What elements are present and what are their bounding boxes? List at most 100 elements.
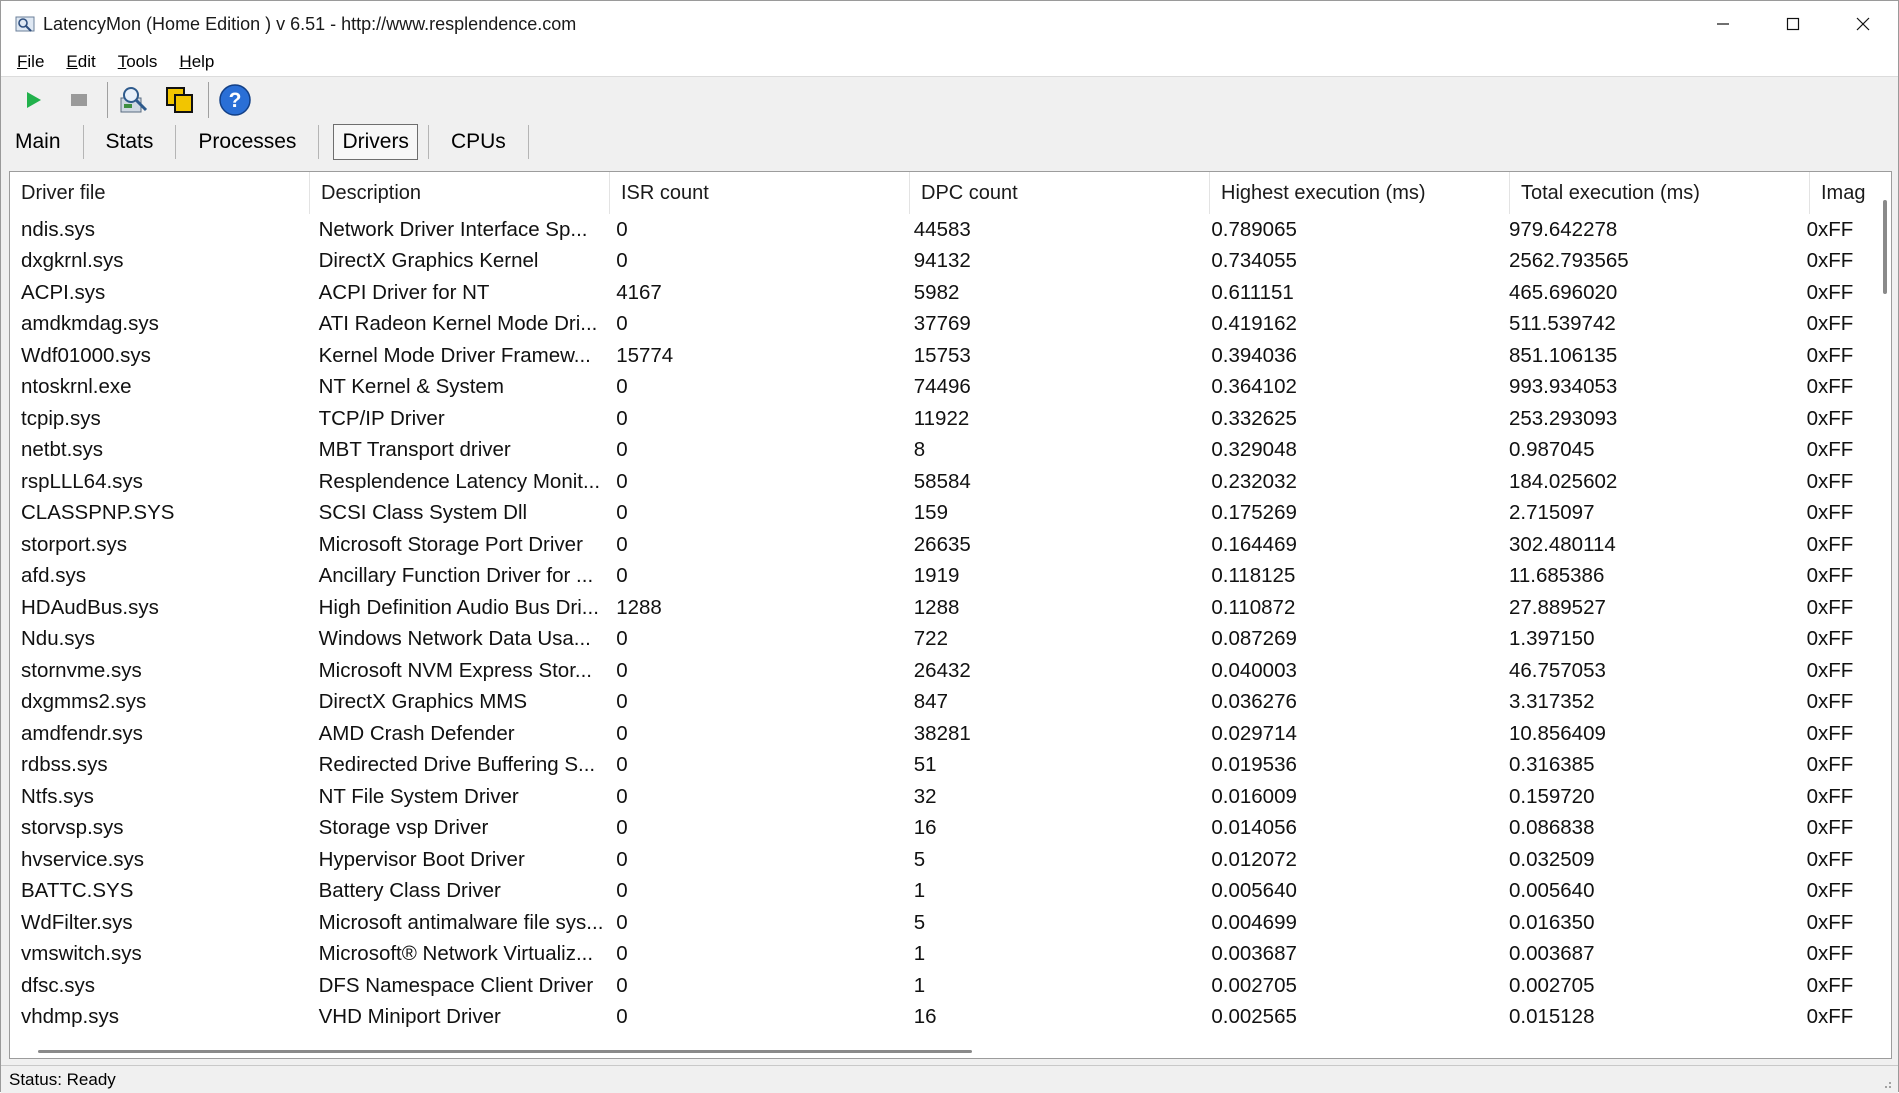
- table-row[interactable]: storvsp.sys Storage vsp Driver 0 16 0.014056…: [10, 813, 1870, 845]
- table-row[interactable]: ACPI.sys ACPI Driver for NT 4167 5982 0.6111…: [10, 277, 1870, 309]
- cell-highest-execution: 0.016009: [1211, 784, 1297, 808]
- tab-drivers[interactable]: Drivers: [333, 124, 418, 160]
- vertical-scroll-thumb[interactable]: [1883, 200, 1887, 294]
- cell-driver-file: ntoskrnl.exe: [21, 375, 132, 399]
- table-row[interactable]: WdFilter.sys Microsoft antimalware file s…: [10, 907, 1870, 939]
- cell-total-execution: 0.159720: [1508, 784, 1595, 808]
- table-row[interactable]: storport.sys Microsoft Storage Port Drive…: [10, 529, 1870, 561]
- cell-driver-file: Ntfs.sys: [21, 784, 94, 808]
- drivers-tool-button[interactable]: [114, 80, 154, 120]
- table-row[interactable]: amdkmdag.sys ATI Radeon Kernel Mode Dri..…: [10, 309, 1870, 341]
- table-body: ndis.sys Network Driver Interface Sp... 0 4…: [10, 214, 1870, 1033]
- column-header-image-base[interactable]: Imag: [1810, 172, 1885, 214]
- cell-isr-count: 0: [616, 879, 628, 903]
- minimize-button[interactable]: [1688, 1, 1758, 47]
- tab-separator: [318, 125, 320, 159]
- table-row[interactable]: tcpip.sys TCP/IP Driver 0 11922 0.332625 253.…: [10, 403, 1870, 435]
- table-row[interactable]: dxgkrnl.sys DirectX Graphics Kernel 0 94132…: [10, 246, 1870, 278]
- cell-description: NT Kernel & System: [318, 375, 504, 399]
- cell-driver-file: storport.sys: [21, 532, 127, 556]
- table-row[interactable]: amdfendr.sys AMD Crash Defender 0 38281 0.02…: [10, 718, 1870, 750]
- menu-help[interactable]: Help: [175, 50, 218, 74]
- table-row[interactable]: rspLLL64.sys Resplendence Latency Monit..…: [10, 466, 1870, 498]
- cell-isr-count: 0: [616, 973, 628, 997]
- cell-highest-execution: 0.012072: [1211, 847, 1297, 871]
- tab-cpus[interactable]: CPUs: [443, 124, 514, 160]
- table-row[interactable]: vhdmp.sys VHD Miniport Driver 0 16 0.002565 0…: [10, 1002, 1870, 1034]
- cell-driver-file: afd.sys: [21, 564, 86, 588]
- horizontal-scrollbar[interactable]: [10, 1042, 1890, 1058]
- table-row[interactable]: stornvme.sys Microsoft NVM Express Stor..…: [10, 655, 1870, 687]
- cell-total-execution: 0.002705: [1508, 973, 1595, 997]
- window-title: LatencyMon (Home Edition ) v 6.51 - http…: [43, 13, 577, 34]
- resize-grip-icon[interactable]: [1880, 1077, 1892, 1089]
- column-header-description[interactable]: Description: [310, 172, 610, 214]
- title-bar[interactable]: LatencyMon (Home Edition ) v 6.51 - http…: [1, 1, 1898, 47]
- tab-processes[interactable]: Processes: [190, 124, 304, 160]
- table-row[interactable]: Ndu.sys Windows Network Data Usa... 0 722 0.…: [10, 624, 1870, 656]
- table-row[interactable]: ntoskrnl.exe NT Kernel & System 0 74496 0.36…: [10, 372, 1870, 404]
- table-row[interactable]: CLASSPNP.SYS SCSI Class System Dll 0 159 0.1…: [10, 498, 1870, 530]
- cell-image-base: 0xFF: [1806, 312, 1854, 336]
- column-header-highest-execution[interactable]: Highest execution (ms): [1210, 172, 1510, 214]
- column-header-total-execution[interactable]: Total execution (ms): [1510, 172, 1810, 214]
- cell-image-base: 0xFF: [1806, 217, 1854, 241]
- table-row[interactable]: ndis.sys Network Driver Interface Sp... 0 4…: [10, 214, 1870, 246]
- cell-highest-execution: 0.003687: [1211, 942, 1297, 966]
- tab-stats[interactable]: Stats: [98, 124, 162, 160]
- table-row[interactable]: vmswitch.sys Microsoft® Network Virtualiz…: [10, 939, 1870, 971]
- table-row[interactable]: HDAudBus.sys High Definition Audio Bus Dr…: [10, 592, 1870, 624]
- column-header-isr-count[interactable]: ISR count: [610, 172, 910, 214]
- cell-image-base: 0xFF: [1806, 406, 1854, 430]
- table-row[interactable]: dfsc.sys DFS Namespace Client Driver 0 1 0.0…: [10, 970, 1870, 1002]
- drivers-table[interactable]: Driver file Description ISR count DPC co…: [9, 171, 1892, 1059]
- horizontal-scroll-thumb[interactable]: [38, 1050, 972, 1053]
- column-header-driver-file[interactable]: Driver file: [10, 172, 310, 214]
- menu-file[interactable]: File: [13, 50, 48, 74]
- cell-description: Microsoft NVM Express Stor...: [318, 658, 592, 682]
- cell-image-base: 0xFF: [1806, 879, 1854, 903]
- window-controls: [1688, 1, 1898, 47]
- table-row[interactable]: BATTC.SYS Battery Class Driver 0 1 0.005640 0…: [10, 876, 1870, 908]
- table-row[interactable]: hvservice.sys Hypervisor Boot Driver 0 5 0.0…: [10, 844, 1870, 876]
- table-row[interactable]: afd.sys Ancillary Function Driver for ...…: [10, 561, 1870, 593]
- cell-driver-file: ndis.sys: [21, 217, 96, 241]
- cell-description: Windows Network Data Usa...: [318, 627, 591, 651]
- table-row[interactable]: dxgmms2.sys DirectX Graphics MMS 0 847 0.036…: [10, 687, 1870, 719]
- cell-driver-file: vmswitch.sys: [21, 942, 142, 966]
- help-tool-button[interactable]: ?: [215, 80, 255, 120]
- cell-dpc-count: 11922: [913, 406, 970, 430]
- start-button[interactable]: [13, 80, 53, 120]
- cell-total-execution: 0.316385: [1508, 753, 1595, 777]
- close-button[interactable]: [1828, 1, 1898, 47]
- cell-image-base: 0xFF: [1806, 595, 1854, 619]
- cell-total-execution: 3.317352: [1508, 690, 1595, 714]
- table-row[interactable]: Ntfs.sys NT File System Driver 0 32 0.016009…: [10, 781, 1870, 813]
- cell-driver-file: netbt.sys: [21, 438, 104, 462]
- cell-isr-count: 0: [616, 942, 628, 966]
- menu-tools-accel: T: [117, 51, 127, 71]
- tab-main[interactable]: Main: [7, 124, 69, 160]
- cell-description: Kernel Mode Driver Framew...: [318, 343, 591, 367]
- table-row[interactable]: rdbss.sys Redirected Drive Buffering S...…: [10, 750, 1870, 782]
- windows-tool-button[interactable]: [160, 80, 200, 120]
- table-row[interactable]: netbt.sys MBT Transport driver 0 8 0.329048 0…: [10, 435, 1870, 467]
- column-header-dpc-count[interactable]: DPC count: [910, 172, 1210, 214]
- cell-highest-execution: 0.364102: [1211, 375, 1297, 399]
- menu-edit[interactable]: Edit: [62, 50, 99, 74]
- cell-image-base: 0xFF: [1806, 375, 1854, 399]
- cell-image-base: 0xFF: [1806, 280, 1854, 304]
- tab-separator: [527, 125, 529, 159]
- cell-description: High Definition Audio Bus Dri...: [318, 595, 599, 619]
- close-icon: [1856, 17, 1870, 31]
- menu-tools[interactable]: Tools: [114, 50, 162, 74]
- cell-dpc-count: 32: [913, 784, 937, 808]
- cell-dpc-count: 74496: [913, 375, 971, 399]
- cell-description: AMD Crash Defender: [318, 721, 515, 745]
- stop-button[interactable]: [59, 80, 99, 120]
- vertical-scrollbar[interactable]: [1875, 172, 1891, 1042]
- cell-total-execution: 253.293093: [1508, 406, 1618, 430]
- table-row[interactable]: Wdf01000.sys Kernel Mode Driver Framew...…: [10, 340, 1870, 372]
- menu-help-accel: H: [179, 51, 192, 71]
- maximize-button[interactable]: [1758, 1, 1828, 47]
